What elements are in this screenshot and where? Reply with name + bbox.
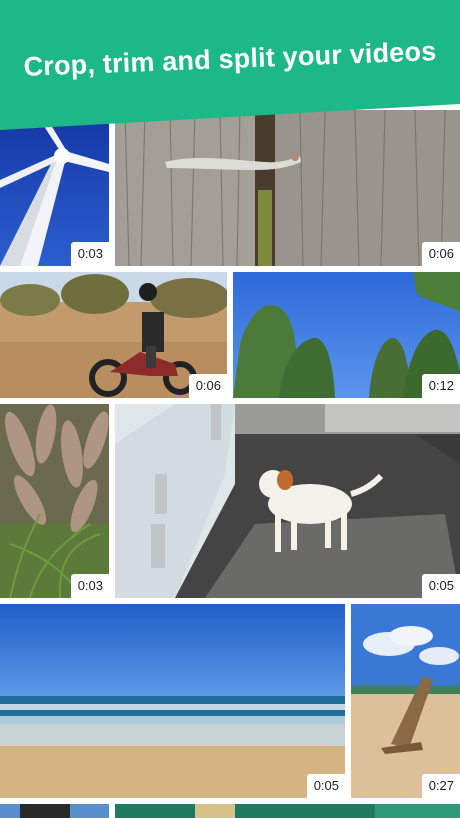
- video-thumbnail-motorbike-rider[interactable]: 0:06: [0, 272, 227, 398]
- duration-badge: 0:06: [188, 374, 227, 398]
- video-thumbnail-dog-on-balcony[interactable]: 0:05: [115, 404, 460, 598]
- partial-thumbnail-image: [115, 804, 460, 818]
- video-thumbnail-beach-driftwood[interactable]: 0:27: [351, 604, 460, 798]
- video-thumbnail-wind-turbine[interactable]: 0:03: [0, 120, 109, 266]
- partial-thumbnail-image: [0, 804, 109, 818]
- video-thumbnail-ocean-beach[interactable]: 0:05: [0, 604, 345, 798]
- video-thumbnail-trees-sky[interactable]: 0:12: [233, 272, 460, 398]
- video-thumbnail-lizard-on-bench[interactable]: 0:06: [115, 110, 460, 266]
- video-thumbnail-partial-bottom-left[interactable]: [0, 804, 109, 818]
- dog-balcony-image: [115, 404, 460, 598]
- duration-badge: 0:03: [70, 574, 109, 598]
- duration-badge: 0:27: [421, 774, 460, 798]
- duration-badge: 0:05: [306, 774, 345, 798]
- banner-title: Crop, trim and split your videos: [23, 36, 437, 82]
- lizard-bench-image: [115, 110, 460, 266]
- duration-badge: 0:03: [70, 242, 109, 266]
- beach-driftwood-image: [351, 604, 460, 798]
- duration-badge: 0:12: [421, 374, 460, 398]
- video-thumbnail-partial-bottom-right[interactable]: [115, 804, 460, 818]
- duration-badge: 0:06: [421, 242, 460, 266]
- video-thumbnail-grass-plumes[interactable]: 0:03: [0, 404, 109, 598]
- grass-plumes-image: [0, 404, 109, 598]
- ocean-beach-image: [0, 604, 345, 798]
- duration-badge: 0:05: [421, 574, 460, 598]
